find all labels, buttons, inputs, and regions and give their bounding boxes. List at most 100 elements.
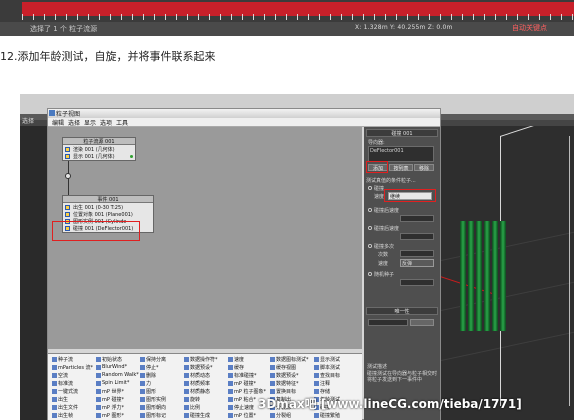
- new-seed-button[interactable]: [410, 319, 434, 326]
- operator-icon: [52, 413, 57, 418]
- coordinate-fields[interactable]: X: 1.328m Y: 40.255m Z: 0.0m: [355, 24, 453, 31]
- depot-operator[interactable]: 数据特征*: [270, 380, 299, 387]
- menu-options[interactable]: 选项: [100, 118, 112, 127]
- deflector-list[interactable]: DeFlector001: [368, 146, 434, 162]
- depot-operator[interactable]: 图形: [140, 388, 156, 395]
- depot-operator[interactable]: 分裂组: [270, 412, 291, 419]
- operator-icon: [314, 365, 319, 370]
- depot-operator[interactable]: 出生文件: [52, 404, 78, 411]
- depot-operator[interactable]: mP 浮力*: [96, 404, 124, 411]
- viewport-label: 选择: [22, 118, 35, 125]
- deflector-item[interactable]: DeFlector001: [370, 148, 404, 154]
- radio-collide[interactable]: [368, 186, 372, 190]
- depot-operator[interactable]: mP 粘合*: [228, 396, 256, 403]
- random-field[interactable]: [400, 279, 434, 286]
- node-canvas[interactable]: 粒子流源 001 渲染 001 (几何体) 显示 001 (几何体) 事件 00…: [48, 127, 362, 349]
- highlight-collision-row: [52, 221, 140, 241]
- depot-operator[interactable]: mP 粒子图象*: [228, 388, 266, 395]
- depot-operator[interactable]: 停止速度: [228, 404, 254, 411]
- operator-icon: [270, 413, 275, 418]
- menu-tools[interactable]: 工具: [116, 118, 128, 127]
- depot-operator[interactable]: 标准碰撞*: [228, 372, 257, 379]
- depot-operator[interactable]: 数据图标测试*: [270, 356, 309, 363]
- menu-select[interactable]: 选择: [68, 118, 80, 127]
- depot-operator[interactable]: 缓存视图: [270, 364, 296, 371]
- depot-operator[interactable]: 一键式流: [52, 388, 78, 395]
- auto-key-label[interactable]: 自动关键点: [512, 23, 547, 33]
- operator-label: 旋转: [190, 397, 201, 403]
- depot-operator[interactable]: 初始状态: [96, 356, 122, 363]
- depot-operator[interactable]: 查找目标: [314, 372, 340, 379]
- operator-label: 材质静态: [190, 389, 211, 395]
- depot-operator[interactable]: 数据预设*: [270, 372, 299, 379]
- depot-operator[interactable]: 显示测试: [314, 356, 340, 363]
- depot-operator[interactable]: 置换目标: [270, 388, 296, 395]
- operator-icon: [228, 373, 233, 378]
- depot-operator[interactable]: 空流: [52, 372, 68, 379]
- depot-operator[interactable]: 碰撞繁殖: [314, 412, 340, 419]
- depot-operator[interactable]: 力: [140, 380, 151, 387]
- count-field[interactable]: [400, 250, 434, 257]
- radio-multi-collide[interactable]: [368, 244, 372, 248]
- operator-label: 速度: [234, 357, 245, 363]
- depot-operator[interactable]: BlurWind*: [96, 364, 127, 371]
- depot-operator[interactable]: 种子流: [52, 356, 73, 363]
- depot-operator[interactable]: 图形标记: [140, 412, 166, 419]
- operator-icon: [270, 373, 275, 378]
- depot-operator[interactable]: mP 世界*: [96, 388, 124, 395]
- depot-operator[interactable]: 图形朝向: [140, 404, 166, 411]
- depot-operator[interactable]: Random Walk*: [96, 372, 139, 379]
- operator-label: 显示测试: [320, 357, 341, 363]
- radio-post-speed[interactable]: [368, 208, 372, 212]
- depot-operator[interactable]: 速度: [228, 356, 244, 363]
- depot-operator[interactable]: 旋转: [184, 396, 200, 403]
- depot-operator[interactable]: mP 位置*: [228, 412, 256, 419]
- operator-label: 一键式流: [58, 389, 79, 395]
- operator-icon: [52, 357, 57, 362]
- operator-label: 停止*: [146, 365, 159, 371]
- radio-post-speed-2[interactable]: [368, 226, 372, 230]
- depot-operator[interactable]: 数据预设*: [184, 364, 213, 371]
- operator-icon: [270, 381, 275, 386]
- depot-operator[interactable]: 出生帧: [52, 412, 73, 419]
- menu-edit[interactable]: 编辑: [52, 118, 64, 127]
- depot-operator[interactable]: 比例: [184, 404, 200, 411]
- depot-operator[interactable]: 脚本测试: [314, 364, 340, 371]
- depot-operator[interactable]: Spin Limit*: [96, 380, 129, 387]
- operator-icon: [140, 373, 145, 378]
- source-row-render: 渲染 001 (几何体): [63, 146, 135, 153]
- output-socket[interactable]: [65, 173, 71, 179]
- depot-operator[interactable]: mParticles 流*: [52, 364, 93, 371]
- depot-operator[interactable]: 存储: [314, 388, 330, 395]
- depot-operator[interactable]: 保持分离: [140, 356, 166, 363]
- speed-dropdown-2[interactable]: 反弹: [400, 259, 434, 267]
- remove-button[interactable]: 移除: [414, 164, 434, 172]
- depot-operator[interactable]: 材质频率: [184, 380, 210, 387]
- depot-operator[interactable]: mP 图形*: [96, 412, 124, 419]
- depot-operator[interactable]: 出生: [52, 396, 68, 403]
- post-speed-field[interactable]: [400, 215, 434, 222]
- depot-operator[interactable]: 缓存: [228, 364, 244, 371]
- depot-operator[interactable]: 标准流: [52, 380, 73, 387]
- menu-display[interactable]: 显示: [84, 118, 96, 127]
- depot-operator[interactable]: 图形实例: [140, 396, 166, 403]
- depot-operator[interactable]: 数据操作符*: [184, 356, 218, 363]
- radio-random[interactable]: [368, 272, 372, 276]
- operator-icon: [270, 389, 275, 394]
- depot-operator[interactable]: 删除: [140, 372, 156, 379]
- operator-label: 注释: [320, 381, 331, 387]
- depot-operator[interactable]: 碰撞生成: [184, 412, 210, 419]
- depot-operator[interactable]: mP 碰撞*: [96, 396, 124, 403]
- operator-icon: [140, 381, 145, 386]
- viewport[interactable]: [440, 126, 574, 420]
- depot-operator[interactable]: 材质静态: [184, 388, 210, 395]
- depot-operator[interactable]: 材质动态: [184, 372, 210, 379]
- depot-operator[interactable]: 停止*: [140, 364, 159, 371]
- post-speed-field-2[interactable]: [400, 233, 434, 240]
- depot-operator[interactable]: mP 碰撞*: [228, 380, 256, 387]
- by-list-button[interactable]: 按列表: [389, 164, 413, 172]
- seed-field[interactable]: [368, 319, 408, 326]
- source-node[interactable]: 粒子流源 001 渲染 001 (几何体) 显示 001 (几何体): [62, 137, 136, 161]
- window-titlebar[interactable]: 粒子视图: [48, 109, 440, 118]
- depot-operator[interactable]: 注释: [314, 380, 330, 387]
